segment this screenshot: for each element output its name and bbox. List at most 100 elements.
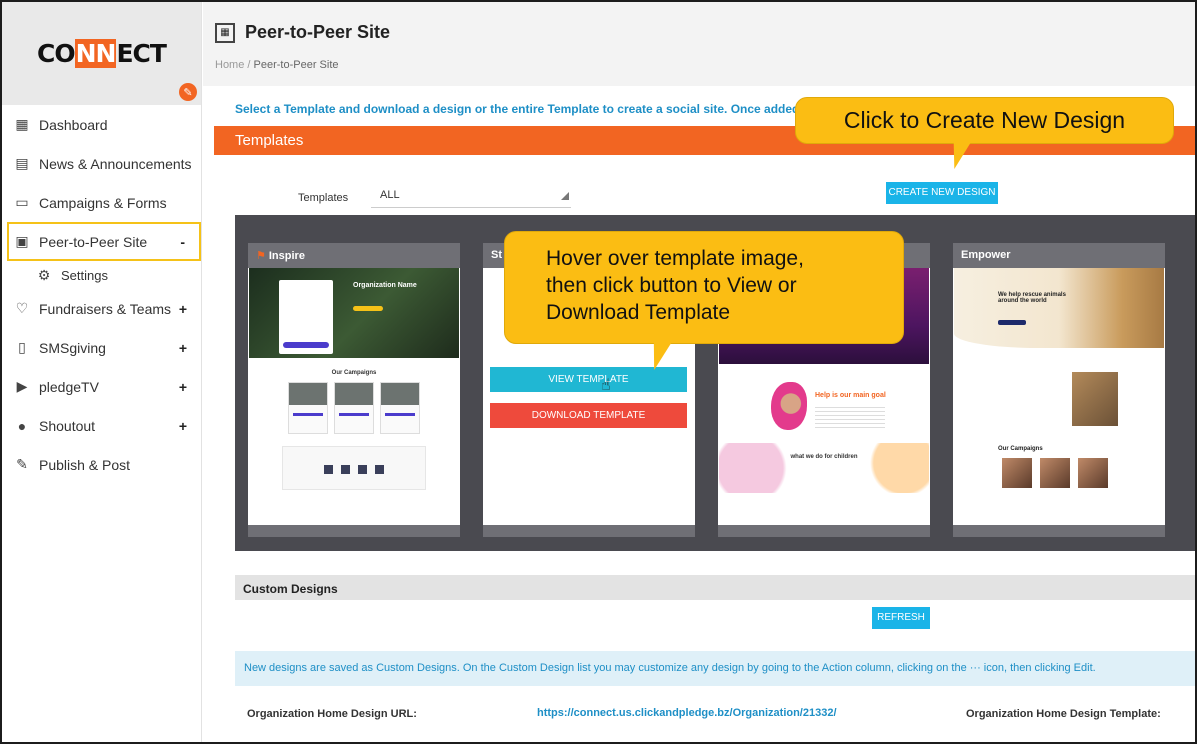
sidebar-item-fundraisers[interactable]: ♡ Fundraisers & Teams + <box>2 289 201 328</box>
page-title: ▦ Peer-to-Peer Site <box>215 22 1183 43</box>
site-icon: ▣ <box>15 233 29 249</box>
callout-text-line: Hover over template image, <box>546 247 804 270</box>
expand-toggle[interactable]: + <box>179 379 187 395</box>
form-icon: ▭ <box>15 194 29 210</box>
template-card-footer <box>718 525 930 537</box>
callout-text: Click to Create New Design <box>843 107 1126 133</box>
thumb-hero: Organization Name <box>249 268 459 358</box>
thumb-campaigns-title: Our Campaigns <box>331 370 377 376</box>
template-card-footer <box>483 525 695 537</box>
thumb-fundraisers-strip <box>282 446 426 490</box>
expand-toggle[interactable]: + <box>179 301 187 317</box>
sidebar-item-label: SMSgiving <box>39 339 106 356</box>
refresh-button[interactable]: REFRESH <box>872 607 930 629</box>
logo-text-prefix: CO <box>37 39 76 68</box>
pin-icon: ⚑ <box>256 250 266 262</box>
breadcrumb-home[interactable]: Home <box>215 59 244 71</box>
heart-icon: ♡ <box>15 300 29 316</box>
sidebar-item-dashboard[interactable]: ▦ Dashboard <box>2 105 201 144</box>
expand-toggle[interactable]: + <box>179 418 187 434</box>
expand-toggle[interactable]: + <box>179 340 187 356</box>
sidebar-item-settings[interactable]: ⚙ Settings <box>2 261 201 289</box>
sidebar-item-label: Dashboard <box>39 116 108 133</box>
design-url-link[interactable]: https://connect.us.clickandpledge.bz/Org… <box>537 707 837 719</box>
sidebar-nav: ▦ Dashboard ▤ News & Announcements ▭ Cam… <box>2 105 201 484</box>
sidebar-item-label: Settings <box>61 267 108 283</box>
logo[interactable]: CONNECT <box>37 39 167 68</box>
template-card-inspire[interactable]: ⚑ Inspire Organization Name Our Campaigns <box>248 243 460 537</box>
thumb-pill <box>353 306 383 311</box>
phone-icon: ▯ <box>18 339 26 355</box>
view-template-button[interactable]: VIEW TEMPLATE <box>490 367 687 392</box>
sidebar-item-label: Shoutout <box>39 417 96 434</box>
sidebar: CONNECT ✎ ▦ Dashboard ▤ News & Announcem… <box>2 2 202 742</box>
thumb-hero: We help rescue animals around the world <box>954 268 1164 348</box>
sidebar-item-pledgetv[interactable]: ▶ pledgeTV + <box>2 367 201 406</box>
chat-icon: ● <box>17 417 27 434</box>
thumb-text-lines <box>815 404 885 428</box>
template-card-header: Empower <box>953 243 1165 268</box>
thumb-splash <box>719 443 929 493</box>
logo-area: CONNECT ✎ <box>2 2 201 105</box>
breadcrumb: Home / Peer-to-Peer Site <box>215 59 1183 71</box>
breadcrumb-separator: / <box>247 59 251 71</box>
templates-select-value: ALL <box>380 189 400 201</box>
template-name: Empower <box>961 249 1011 261</box>
gear-icon: ⚙ <box>37 266 51 283</box>
breadcrumb-current: Peer-to-Peer Site <box>253 59 339 71</box>
download-template-button[interactable]: DOWNLOAD TEMPLATE <box>490 403 687 428</box>
sidebar-item-news[interactable]: ▤ News & Announcements <box>2 144 201 183</box>
template-card-header: ⚑ Inspire <box>248 243 460 268</box>
sidebar-item-shoutout[interactable]: ● Shoutout + <box>2 406 201 445</box>
template-card-footer <box>953 525 1165 537</box>
thumb-photo <box>1072 372 1118 426</box>
dropdown-caret-icon <box>561 192 569 200</box>
templates-bar-title: Templates <box>235 132 304 149</box>
custom-designs-notice: New designs are saved as Custom Designs.… <box>235 651 1195 686</box>
sidebar-item-peer-to-peer[interactable]: ▣ Peer-to-Peer Site - <box>7 222 201 261</box>
create-new-design-button[interactable]: CREATE NEW DESIGN <box>886 182 998 204</box>
template-name: St <box>491 249 502 261</box>
thumb-button <box>998 320 1026 325</box>
sidebar-item-smsgiving[interactable]: ▯ SMSgiving + <box>2 328 201 367</box>
sidebar-item-label: Peer-to-Peer Site <box>39 233 148 250</box>
template-name: Inspire <box>268 250 305 262</box>
callout-text-line: Download Template <box>546 301 731 324</box>
design-template-label: Organization Home Design Template: <box>966 708 1161 720</box>
page-header: ▦ Peer-to-Peer Site Home / Peer-to-Peer … <box>203 2 1195 86</box>
filter-label: Templates <box>298 192 349 204</box>
sidebar-item-publish[interactable]: ✎ Publish & Post <box>2 445 201 484</box>
newspaper-icon: ▤ <box>15 155 29 171</box>
info-text: Select a Template and download a design … <box>235 102 872 116</box>
hand-cursor-icon: ☝ <box>601 377 611 394</box>
sidebar-item-label: Campaigns & Forms <box>39 194 167 211</box>
logo-text-suffix: ECT <box>116 39 166 68</box>
thumb-campaigns-title: Our Campaigns <box>998 446 1043 452</box>
sidebar-item-label: Fundraisers & Teams <box>39 300 172 317</box>
sidebar-item-label: News & Announcements <box>39 155 192 172</box>
template-thumbnail[interactable]: We help rescue animals around the world … <box>954 268 1164 525</box>
pencil-icon[interactable]: ✎ <box>179 83 197 101</box>
sidebar-item-campaigns[interactable]: ▭ Campaigns & Forms <box>2 183 201 222</box>
sidebar-item-label: Publish & Post <box>39 456 131 473</box>
callout-hover-template: Hover over template image, then click bu… <box>504 231 904 370</box>
thumb-section-title: what we do for children <box>790 454 858 460</box>
template-card-footer <box>248 525 460 537</box>
tv-icon: ▶ <box>16 378 28 394</box>
grid-icon: ▦ <box>15 116 29 132</box>
template-card-empower[interactable]: Empower We help rescue animals around th… <box>953 243 1165 537</box>
thumb-photo <box>771 382 807 430</box>
thumb-org-name: Organization Name <box>353 282 417 289</box>
sidebar-item-label: pledgeTV <box>39 378 99 395</box>
design-url-label: Organization Home Design URL: <box>247 708 417 720</box>
collapse-toggle[interactable]: - <box>180 234 185 250</box>
template-thumbnail[interactable]: Organization Name Our Campaigns <box>249 268 459 525</box>
callout-create-design: Click to Create New Design <box>795 97 1174 169</box>
edit-icon: ✎ <box>16 456 28 472</box>
callout-text-line: then click button to View or <box>546 274 797 297</box>
site-icon: ▦ <box>215 22 235 43</box>
thumb-donate-box <box>279 280 333 354</box>
thumb-campaign-row <box>249 382 459 434</box>
templates-select[interactable]: ALL <box>371 186 571 208</box>
logo-text-accent: NN <box>74 39 117 68</box>
